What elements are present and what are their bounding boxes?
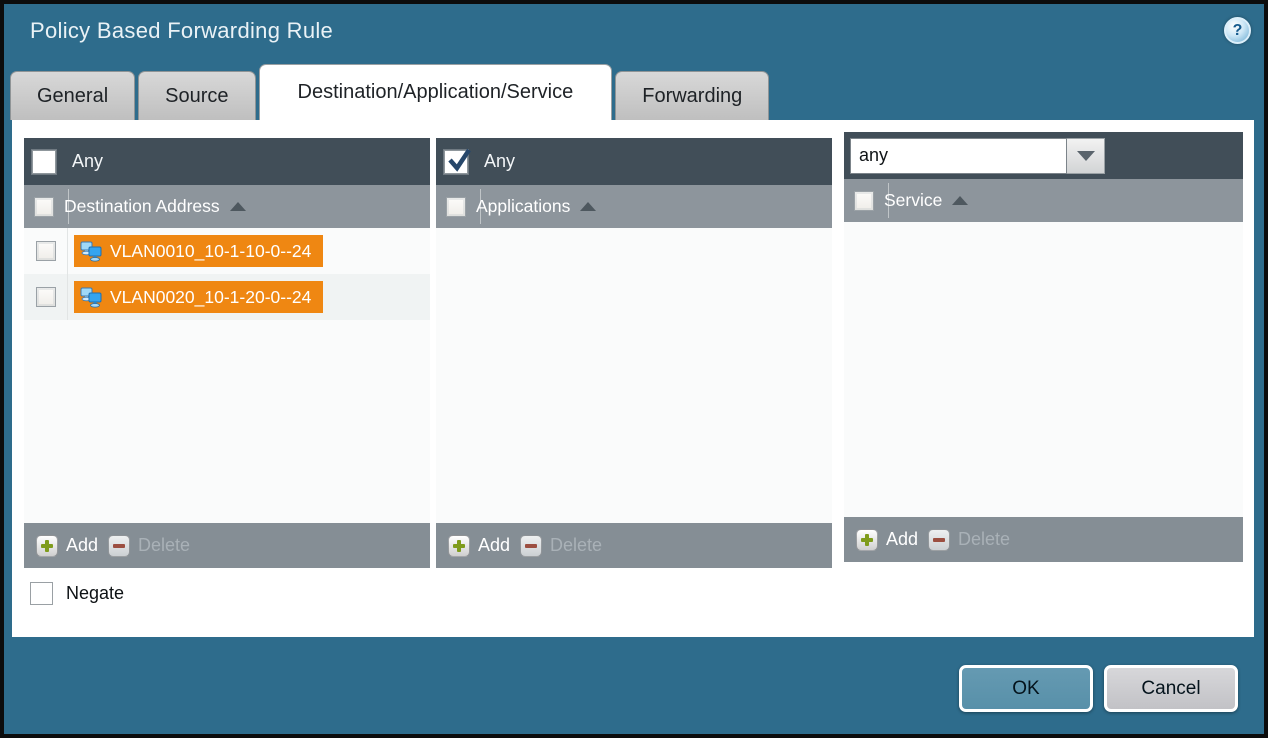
cancel-button[interactable]: Cancel <box>1104 665 1238 712</box>
network-address-icon <box>80 286 102 308</box>
header-separator <box>68 189 69 224</box>
delete-button[interactable]: Delete <box>928 529 1010 551</box>
network-address-icon <box>80 240 102 262</box>
delete-label: Delete <box>138 535 190 556</box>
delete-icon <box>520 535 542 557</box>
sort-asc-icon <box>230 202 246 211</box>
service-column: any Service Add D <box>844 132 1243 562</box>
sort-asc-icon <box>952 196 968 205</box>
add-button[interactable]: Add <box>856 529 918 551</box>
destination-any-label: Any <box>72 151 103 172</box>
applications-any-label: Any <box>484 151 515 172</box>
negate-option: Negate <box>30 582 124 605</box>
add-icon <box>856 529 878 551</box>
service-toolbar: Add Delete <box>844 517 1243 562</box>
add-label: Add <box>886 529 918 550</box>
applications-column-header[interactable]: Applications <box>436 185 832 228</box>
applications-toolbar: Add Delete <box>436 523 832 568</box>
service-mode-dropdown[interactable]: any <box>850 138 1105 174</box>
tab-destination-application-service[interactable]: Destination/Application/Service <box>259 64 613 120</box>
policy-based-forwarding-dialog: Policy Based Forwarding Rule ? General S… <box>0 0 1268 738</box>
delete-button[interactable]: Delete <box>108 535 190 557</box>
tab-forwarding[interactable]: Forwarding <box>615 71 769 120</box>
applications-list <box>436 228 832 523</box>
dialog-title: Policy Based Forwarding Rule <box>30 18 333 44</box>
destination-address-column: Any Destination Address <box>24 138 430 568</box>
help-glyph: ? <box>1233 22 1243 40</box>
applications-select-all-checkbox[interactable] <box>446 197 466 217</box>
service-column-header[interactable]: Service <box>844 179 1243 222</box>
ok-button[interactable]: OK <box>959 665 1093 712</box>
dropdown-button[interactable] <box>1067 138 1105 174</box>
destination-any-checkbox[interactable] <box>32 150 56 174</box>
address-object-label: VLAN0010_10-1-10-0--24 <box>110 241 311 262</box>
address-object-label: VLAN0020_10-1-20-0--24 <box>110 287 311 308</box>
checkmark-icon <box>444 144 474 174</box>
add-button[interactable]: Add <box>448 535 510 557</box>
destination-toolbar: Add Delete <box>24 523 430 568</box>
tab-general[interactable]: General <box>10 71 135 120</box>
tab-bar: General Source Destination/Application/S… <box>10 64 769 120</box>
add-label: Add <box>478 535 510 556</box>
applications-header-label: Applications <box>476 196 570 217</box>
destination-select-all-checkbox[interactable] <box>34 197 54 217</box>
table-row[interactable]: VLAN0010_10-1-10-0--24 <box>24 228 430 274</box>
header-separator <box>888 183 889 218</box>
service-mode-header: any <box>844 132 1243 179</box>
applications-any-checkbox[interactable] <box>444 150 468 174</box>
add-icon <box>36 535 58 557</box>
service-list <box>844 222 1243 517</box>
delete-label: Delete <box>958 529 1010 550</box>
service-select-all-checkbox[interactable] <box>854 191 874 211</box>
applications-any-header: Any <box>436 138 832 185</box>
header-separator <box>480 189 481 224</box>
address-object-chip[interactable]: VLAN0020_10-1-20-0--24 <box>74 281 323 313</box>
add-button[interactable]: Add <box>36 535 98 557</box>
tab-content-panel: Any Destination Address <box>12 120 1254 637</box>
destination-list: VLAN0010_10-1-10-0--24 <box>24 228 430 523</box>
destination-any-header: Any <box>24 138 430 185</box>
service-header-label: Service <box>884 190 942 211</box>
destination-header-label: Destination Address <box>64 196 220 217</box>
sort-asc-icon <box>580 202 596 211</box>
chevron-down-icon <box>1077 151 1095 161</box>
applications-column: Any Applications Add Delete <box>436 138 832 568</box>
add-icon <box>448 535 470 557</box>
delete-label: Delete <box>550 535 602 556</box>
tab-source[interactable]: Source <box>138 71 255 120</box>
negate-label: Negate <box>66 583 124 604</box>
address-object-chip[interactable]: VLAN0010_10-1-10-0--24 <box>74 235 323 267</box>
row-checkbox[interactable] <box>36 287 56 307</box>
delete-icon <box>108 535 130 557</box>
service-mode-value[interactable]: any <box>850 138 1067 174</box>
help-icon[interactable]: ? <box>1224 17 1251 44</box>
delete-button[interactable]: Delete <box>520 535 602 557</box>
add-label: Add <box>66 535 98 556</box>
table-row[interactable]: VLAN0020_10-1-20-0--24 <box>24 274 430 320</box>
destination-column-header[interactable]: Destination Address <box>24 185 430 228</box>
negate-checkbox[interactable] <box>30 582 53 605</box>
delete-icon <box>928 529 950 551</box>
row-checkbox[interactable] <box>36 241 56 261</box>
